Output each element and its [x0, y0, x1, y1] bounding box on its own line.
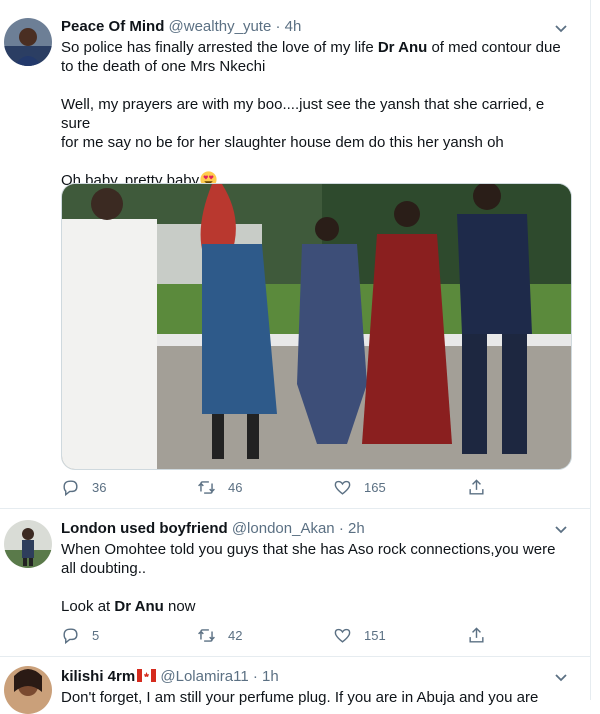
- share-button[interactable]: [467, 626, 498, 645]
- separator: ·: [275, 18, 281, 35]
- like-count: 165: [364, 480, 386, 495]
- avatar[interactable]: [4, 666, 52, 714]
- reply-button[interactable]: 5: [61, 626, 99, 645]
- reply-count: 36: [92, 480, 107, 495]
- heart-icon: [334, 628, 351, 643]
- share-button[interactable]: [467, 478, 498, 497]
- user-handle[interactable]: @wealthy_yute: [169, 18, 272, 35]
- canada-flag-icon: [137, 669, 157, 682]
- separator: ·: [252, 668, 258, 685]
- retweet-icon: [198, 481, 215, 494]
- retweet-icon: [198, 629, 215, 642]
- mention-bold: Dr Anu: [114, 598, 164, 615]
- timestamp[interactable]: 2h: [348, 520, 365, 537]
- chevron-down-icon[interactable]: [554, 523, 568, 537]
- timestamp[interactable]: 4h: [285, 18, 302, 35]
- tweet-text-line: of med contour due: [427, 39, 561, 56]
- like-button[interactable]: 151: [333, 626, 386, 645]
- reply-count: 5: [92, 628, 100, 643]
- chevron-down-icon[interactable]: [554, 22, 568, 36]
- tweet-text-line: So police has finally arrested the love …: [61, 39, 378, 56]
- like-button[interactable]: 165: [333, 478, 386, 497]
- timeline: Peace Of Mind @wealthy_yute · 4h So poli…: [0, 0, 591, 714]
- reply-button[interactable]: 36: [61, 478, 106, 497]
- tweet-text-line: Look at: [61, 598, 115, 615]
- display-name[interactable]: kilishi 4rm: [61, 668, 135, 685]
- user-handle[interactable]: @london_Akan: [232, 520, 335, 537]
- tweet[interactable]: Peace Of Mind @wealthy_yute · 4h So poli…: [0, 0, 590, 509]
- tweet-actions: 5 42 151: [61, 626, 491, 648]
- tweet-text-line: all doubting..: [61, 560, 147, 577]
- retweet-button[interactable]: 46: [197, 478, 242, 497]
- like-count: 151: [364, 628, 386, 643]
- user-handle[interactable]: @Lolamira11: [160, 668, 248, 685]
- tweet-actions: 36 46 165: [61, 478, 491, 500]
- tweet-text-line: to the death of one Mrs Nkechi: [61, 58, 266, 75]
- tweet-text-line: for me say no be for her slaughter house…: [61, 134, 504, 151]
- heart-icon: [334, 480, 351, 495]
- avatar[interactable]: [4, 520, 52, 568]
- tweet[interactable]: London used boyfriend @london_Akan · 2h …: [0, 508, 590, 657]
- mention-bold: Dr Anu: [377, 39, 428, 56]
- tweet-text-line: When Omohtee told you guys that she has …: [61, 541, 556, 558]
- display-name[interactable]: Peace Of Mind: [61, 18, 164, 35]
- tweet-text: Don't forget, I am still your perfume pl…: [61, 688, 573, 707]
- chevron-down-icon[interactable]: [554, 671, 568, 685]
- reply-icon: [63, 628, 78, 645]
- retweet-count: 42: [228, 628, 243, 643]
- avatar[interactable]: [4, 18, 52, 66]
- tweet-text: So police has finally arrested the love …: [61, 38, 573, 190]
- tweet-image[interactable]: [61, 183, 572, 470]
- share-icon: [469, 479, 484, 495]
- display-name[interactable]: London used boyfriend: [61, 520, 228, 537]
- reply-icon: [63, 480, 78, 497]
- tweet-text-line: Don't forget, I am still your perfume pl…: [61, 689, 539, 706]
- timestamp[interactable]: 1h: [262, 668, 279, 685]
- tweet-text-line: Well, my prayers are with my boo....just…: [61, 96, 545, 132]
- tweet-text-line: now: [163, 598, 196, 615]
- retweet-button[interactable]: 42: [197, 626, 242, 645]
- separator: ·: [338, 520, 344, 537]
- retweet-count: 46: [228, 480, 243, 495]
- tweet[interactable]: kilishi 4rm @Lolamira11 · 1h Don't forge…: [0, 656, 590, 714]
- share-icon: [469, 627, 484, 643]
- tweet-text: When Omohtee told you guys that she has …: [61, 540, 573, 616]
